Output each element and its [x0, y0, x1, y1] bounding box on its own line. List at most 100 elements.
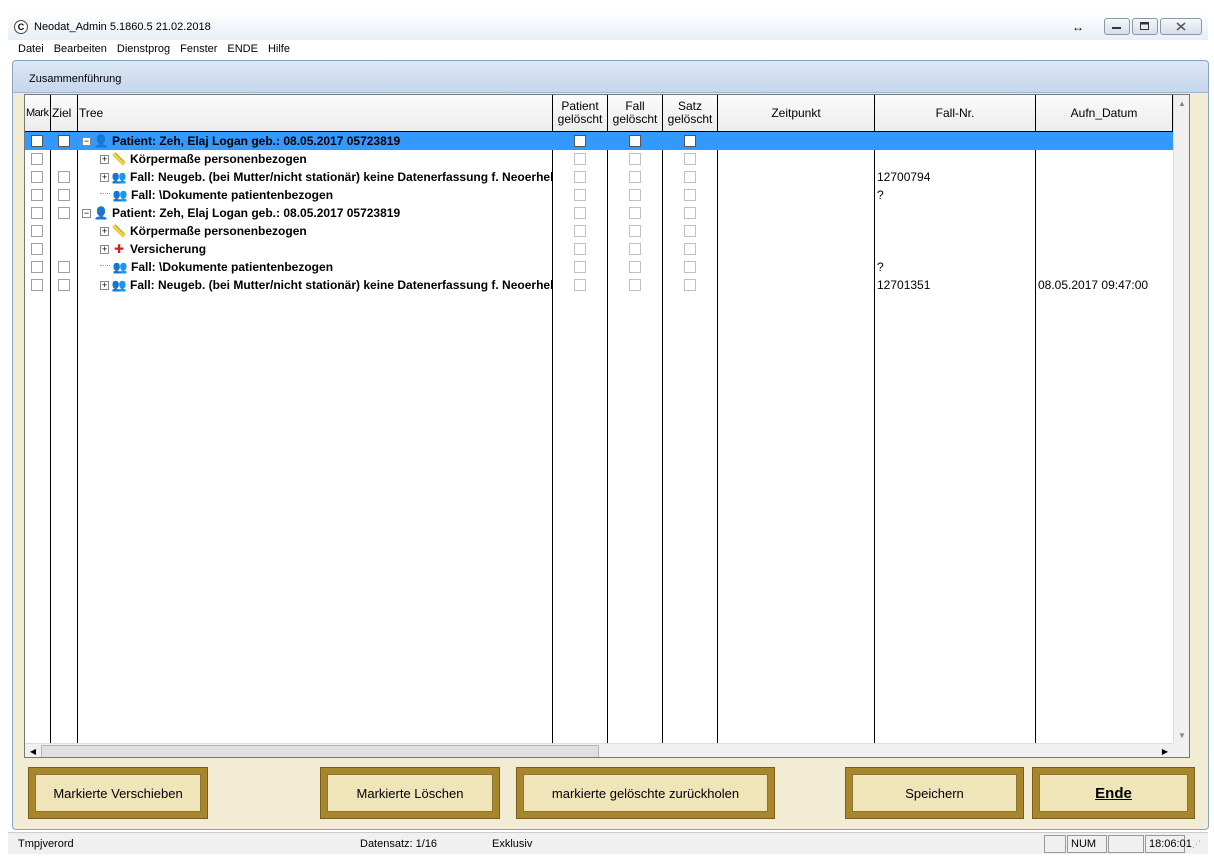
satz-deleted-checkbox[interactable]	[684, 207, 696, 219]
tree-node[interactable]: + ✚ Versicherung	[100, 240, 553, 258]
table-row[interactable]: 👥 Fall: \Dokumente patientenbezogen?	[25, 186, 1173, 204]
merge-tree-grid[interactable]: Mark Ziel Tree Patient gelöscht Fall gel…	[24, 94, 1190, 758]
table-row[interactable]: − 👤 Patient: Zeh, Elaj Logan geb.: 08.05.2…	[25, 132, 1173, 150]
maximize-button[interactable]	[1132, 18, 1158, 35]
patient-deleted-checkbox[interactable]	[574, 261, 586, 273]
mark-checkbox[interactable]	[31, 225, 43, 237]
satz-deleted-checkbox[interactable]	[684, 171, 696, 183]
collapse-icon[interactable]: −	[82, 208, 91, 218]
ziel-checkbox[interactable]	[58, 207, 70, 219]
menu-ende[interactable]: ENDE	[227, 43, 258, 55]
table-row[interactable]: + 📏 Körpermaße personenbezogen	[25, 150, 1173, 168]
end-button[interactable]: Ende	[1039, 774, 1188, 812]
patient-deleted-checkbox[interactable]	[574, 171, 586, 183]
menu-dienstprog[interactable]: Dienstprog	[117, 43, 170, 55]
mark-checkbox[interactable]	[31, 153, 43, 165]
column-header-aufn-datum[interactable]: Aufn_Datum	[1036, 95, 1173, 132]
move-marked-button[interactable]: Markierte Verschieben	[35, 774, 201, 812]
fall-deleted-checkbox[interactable]	[629, 135, 641, 147]
patient-deleted-checkbox[interactable]	[574, 279, 586, 291]
column-header-fall-nr[interactable]: Fall-Nr.	[875, 95, 1036, 132]
column-header-patient-deleted[interactable]: Patient gelöscht	[553, 95, 608, 132]
satz-deleted-checkbox[interactable]	[684, 135, 696, 147]
mark-checkbox[interactable]	[31, 207, 43, 219]
patient-deleted-checkbox[interactable]	[574, 207, 586, 219]
patient-deleted-checkbox[interactable]	[574, 135, 586, 147]
column-header-mark[interactable]: Mark	[25, 95, 51, 132]
tree-node[interactable]: + 📏 Körpermaße personenbezogen	[100, 150, 553, 168]
tree-node[interactable]: 👥 Fall: \Dokumente patientenbezogen	[100, 258, 553, 276]
tree-node[interactable]: − 👤 Patient: Zeh, Elaj Logan geb.: 08.05.2…	[82, 204, 553, 222]
menu-bearbeiten[interactable]: Bearbeiten	[54, 43, 107, 55]
menu-hilfe[interactable]: Hilfe	[268, 43, 290, 55]
expand-icon[interactable]: +	[100, 280, 109, 290]
fall-deleted-checkbox[interactable]	[629, 279, 641, 291]
delete-marked-button[interactable]: Markierte Löschen	[327, 774, 493, 812]
tree-node[interactable]: + 👥 Fall: Neugeb. (bei Mutter/nicht statio…	[100, 276, 553, 294]
ziel-checkbox[interactable]	[58, 135, 70, 147]
patient-deleted-checkbox[interactable]	[574, 189, 586, 201]
restore-deleted-button[interactable]: markierte gelöschte zurückholen	[523, 774, 768, 812]
expand-icon[interactable]: +	[100, 226, 109, 236]
fall-deleted-checkbox[interactable]	[629, 225, 641, 237]
tree-node[interactable]: + 👥 Fall: Neugeb. (bei Mutter/nicht statio…	[100, 168, 553, 186]
column-header-fall-deleted[interactable]: Fall gelöscht	[608, 95, 663, 132]
expand-icon[interactable]: +	[100, 172, 109, 182]
expand-icon[interactable]: +	[100, 244, 109, 254]
fall-deleted-checkbox[interactable]	[629, 207, 641, 219]
mark-checkbox[interactable]	[31, 243, 43, 255]
menu-datei[interactable]: Datei	[18, 43, 44, 55]
mark-checkbox[interactable]	[31, 135, 43, 147]
mark-checkbox[interactable]	[31, 171, 43, 183]
table-row[interactable]: + ✚ Versicherung	[25, 240, 1173, 258]
vertical-scrollbar[interactable]: ▲ ▼	[1173, 95, 1189, 743]
scroll-left-icon[interactable]: ◀	[25, 744, 41, 757]
satz-deleted-checkbox[interactable]	[684, 279, 696, 291]
scroll-down-icon[interactable]: ▼	[1175, 727, 1189, 743]
collapse-icon[interactable]: −	[82, 136, 91, 146]
size-grip-icon[interactable]: ⋰	[1192, 839, 1201, 850]
horizontal-scroll-thumb[interactable]	[41, 745, 599, 757]
mark-checkbox[interactable]	[31, 261, 43, 273]
tree-node[interactable]: + 📏 Körpermaße personenbezogen	[100, 222, 553, 240]
fall-deleted-checkbox[interactable]	[629, 243, 641, 255]
tree-node[interactable]: 👥 Fall: \Dokumente patientenbezogen	[100, 186, 553, 204]
save-button[interactable]: Speichern	[852, 774, 1017, 812]
column-header-tree[interactable]: Tree	[78, 95, 553, 132]
minimize-button[interactable]	[1104, 18, 1130, 35]
satz-deleted-checkbox[interactable]	[684, 243, 696, 255]
fall-deleted-checkbox[interactable]	[629, 189, 641, 201]
table-row[interactable]: − 👤 Patient: Zeh, Elaj Logan geb.: 08.05.2…	[25, 204, 1173, 222]
satz-deleted-checkbox[interactable]	[684, 153, 696, 165]
satz-deleted-checkbox[interactable]	[684, 189, 696, 201]
table-row[interactable]: + 📏 Körpermaße personenbezogen	[25, 222, 1173, 240]
patient-deleted-checkbox[interactable]	[574, 243, 586, 255]
resize-arrows-icon[interactable]: ↔	[1072, 20, 1084, 34]
satz-deleted-checkbox[interactable]	[684, 261, 696, 273]
table-row[interactable]: + 👥 Fall: Neugeb. (bei Mutter/nicht statio…	[25, 276, 1173, 294]
expand-icon[interactable]: +	[100, 154, 109, 164]
column-header-satz-deleted[interactable]: Satz gelöscht	[663, 95, 718, 132]
fall-deleted-checkbox[interactable]	[629, 171, 641, 183]
scroll-up-icon[interactable]: ▲	[1175, 95, 1189, 111]
mark-checkbox[interactable]	[31, 189, 43, 201]
patient-deleted-checkbox[interactable]	[574, 225, 586, 237]
fall-deleted-checkbox[interactable]	[629, 261, 641, 273]
patient-deleted-checkbox[interactable]	[574, 153, 586, 165]
table-row[interactable]: + 👥 Fall: Neugeb. (bei Mutter/nicht statio…	[25, 168, 1173, 186]
ziel-checkbox[interactable]	[58, 171, 70, 183]
column-header-ziel[interactable]: Ziel	[51, 95, 78, 132]
mark-checkbox[interactable]	[31, 279, 43, 291]
ziel-checkbox[interactable]	[58, 279, 70, 291]
close-button[interactable]	[1160, 18, 1202, 35]
tree-node[interactable]: − 👤 Patient: Zeh, Elaj Logan geb.: 08.05.2…	[82, 132, 553, 150]
scroll-right-icon[interactable]: ▶	[1157, 744, 1173, 757]
horizontal-scrollbar[interactable]: ◀ ▶	[25, 743, 1173, 757]
satz-deleted-checkbox[interactable]	[684, 225, 696, 237]
menu-fenster[interactable]: Fenster	[180, 43, 217, 55]
ziel-checkbox[interactable]	[58, 189, 70, 201]
fall-deleted-checkbox[interactable]	[629, 153, 641, 165]
ziel-checkbox[interactable]	[58, 261, 70, 273]
column-header-zeitpunkt[interactable]: Zeitpunkt	[718, 95, 875, 132]
table-row[interactable]: 👥 Fall: \Dokumente patientenbezogen?	[25, 258, 1173, 276]
